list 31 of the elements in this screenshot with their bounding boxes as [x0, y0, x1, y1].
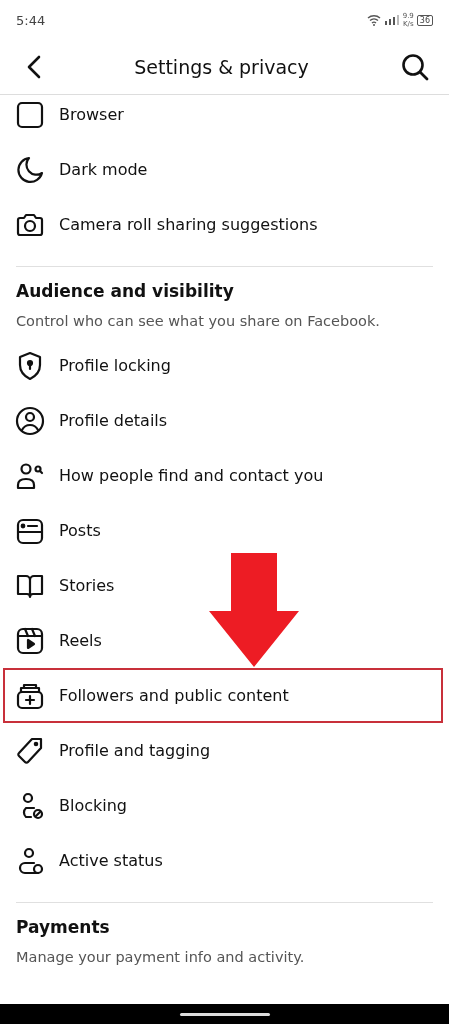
reels-icon	[15, 625, 45, 656]
section-description: Control who can see what you share on Facebook.	[15, 312, 381, 331]
section-heading: Payments	[15, 916, 111, 939]
moon-icon	[15, 154, 45, 185]
tag-icon	[15, 735, 45, 766]
search-icon[interactable]	[401, 53, 429, 81]
signal-icon	[383, 14, 400, 26]
settings-item[interactable]: Camera roll sharing suggestions	[0, 197, 449, 252]
settings-item[interactable]: How people find and contact you	[0, 448, 449, 503]
section-description: Manage your payment info and activity.	[15, 948, 306, 967]
settings-item[interactable]: Posts	[0, 503, 449, 558]
page-title: Settings & privacy	[134, 56, 309, 78]
wifi-icon	[366, 14, 381, 26]
home-indicator[interactable]	[179, 1012, 270, 1016]
person-circle-icon	[15, 405, 45, 436]
settings-item[interactable]: Reels	[0, 613, 449, 668]
settings-item[interactable]: Stories	[0, 558, 449, 613]
settings-item[interactable]: Dark mode	[0, 142, 449, 197]
settings-item[interactable]: Profile and tagging	[0, 723, 449, 778]
browser-icon	[15, 99, 45, 130]
settings-item[interactable]: Followers and public content	[3, 668, 443, 723]
settings-item[interactable]: Active status	[0, 833, 449, 888]
section-heading: Audience and visibility	[15, 280, 235, 303]
settings-item[interactable]: Blocking	[0, 778, 449, 833]
person-search-icon	[15, 460, 45, 491]
settings-item[interactable]: Profile details	[0, 393, 449, 448]
settings-item[interactable]: Profile locking	[0, 338, 449, 393]
back-icon[interactable]	[26, 55, 42, 79]
battery-indicator: 36	[416, 14, 433, 26]
settings-item[interactable]: Browser	[0, 95, 449, 142]
status-time: 5:44	[16, 12, 46, 28]
